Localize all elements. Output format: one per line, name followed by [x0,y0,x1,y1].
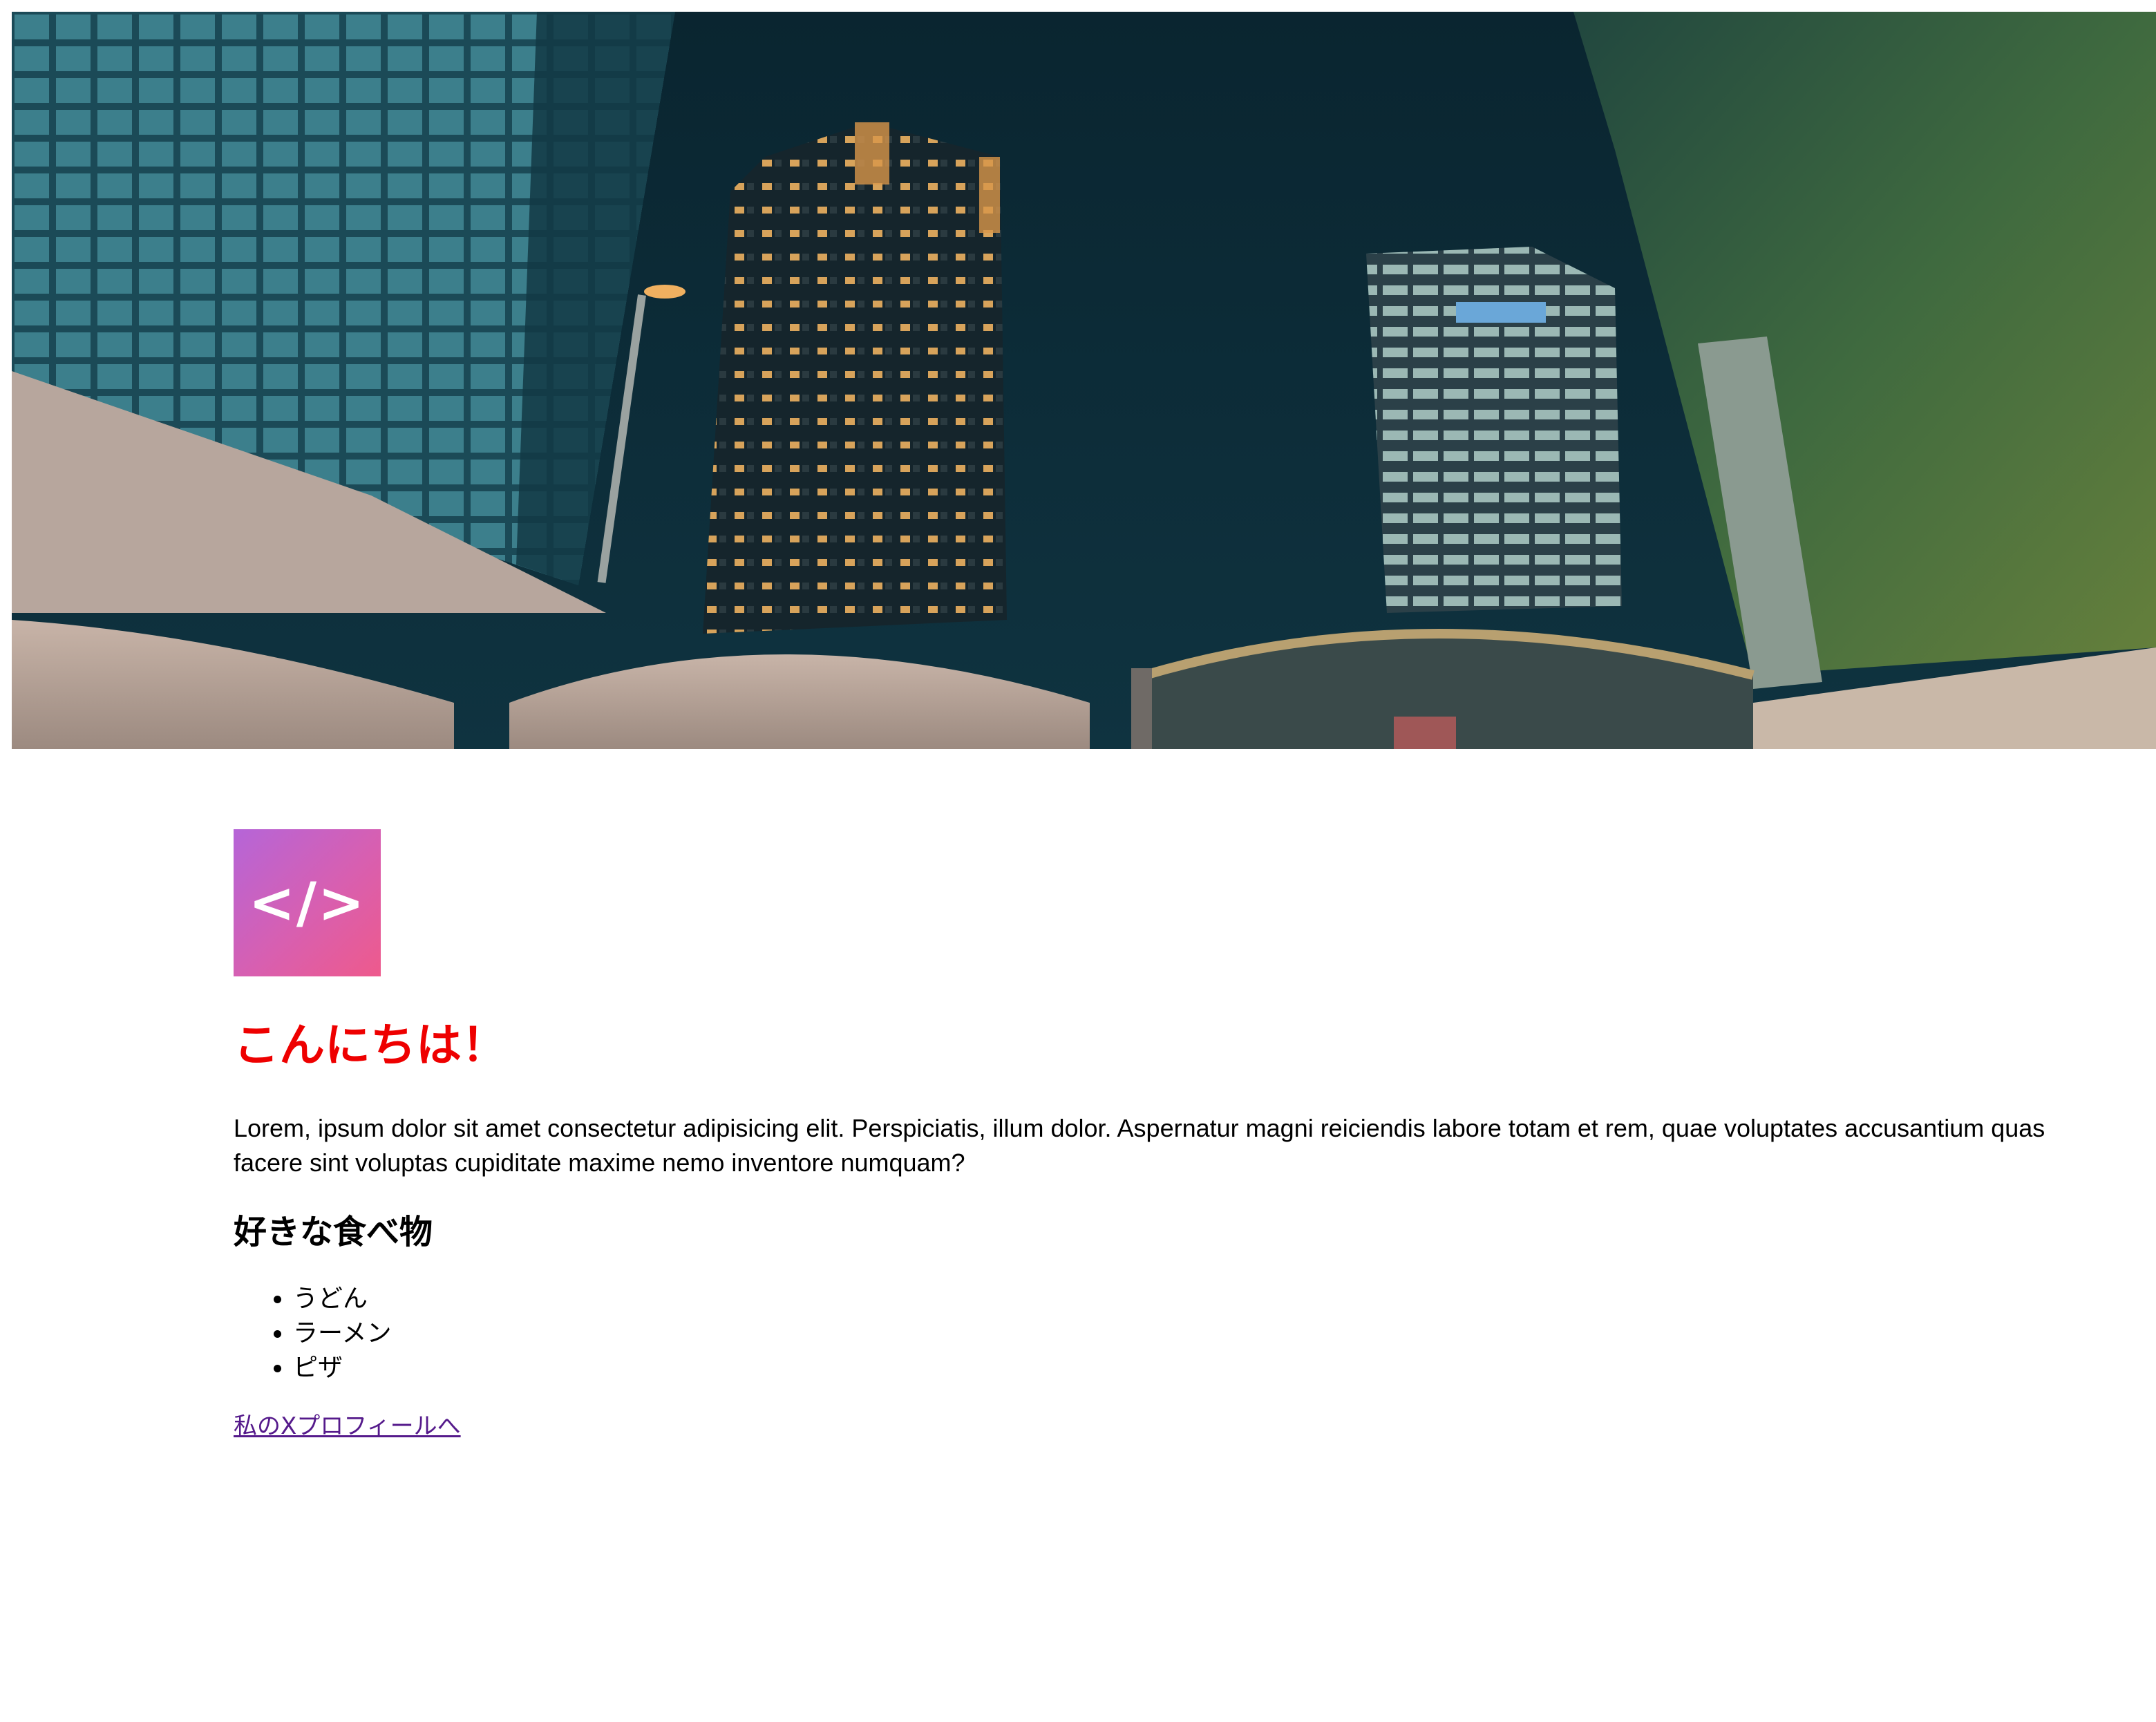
main-content: </> こんにちは！ Lorem, ipsum dolor sit amet c… [234,829,2072,1444]
favorite-foods-list: うどん ラーメン ピザ [234,1282,2072,1385]
list-item: ラーメン [293,1316,2072,1351]
code-logo: </> [234,829,381,976]
list-item: うどん [293,1282,2072,1316]
page-title: こんにちは！ [234,1019,507,1072]
intro-paragraph: Lorem, ipsum dolor sit amet consectetur … [234,1114,2045,1177]
x-profile-link[interactable]: 私のXプロフィールへ [234,1409,461,1444]
hero-city-image [12,12,2156,749]
code-icon: </> [248,871,366,935]
list-item: ピザ [293,1351,2072,1385]
favorite-foods-heading: 好きな食べ物 [234,1213,433,1252]
